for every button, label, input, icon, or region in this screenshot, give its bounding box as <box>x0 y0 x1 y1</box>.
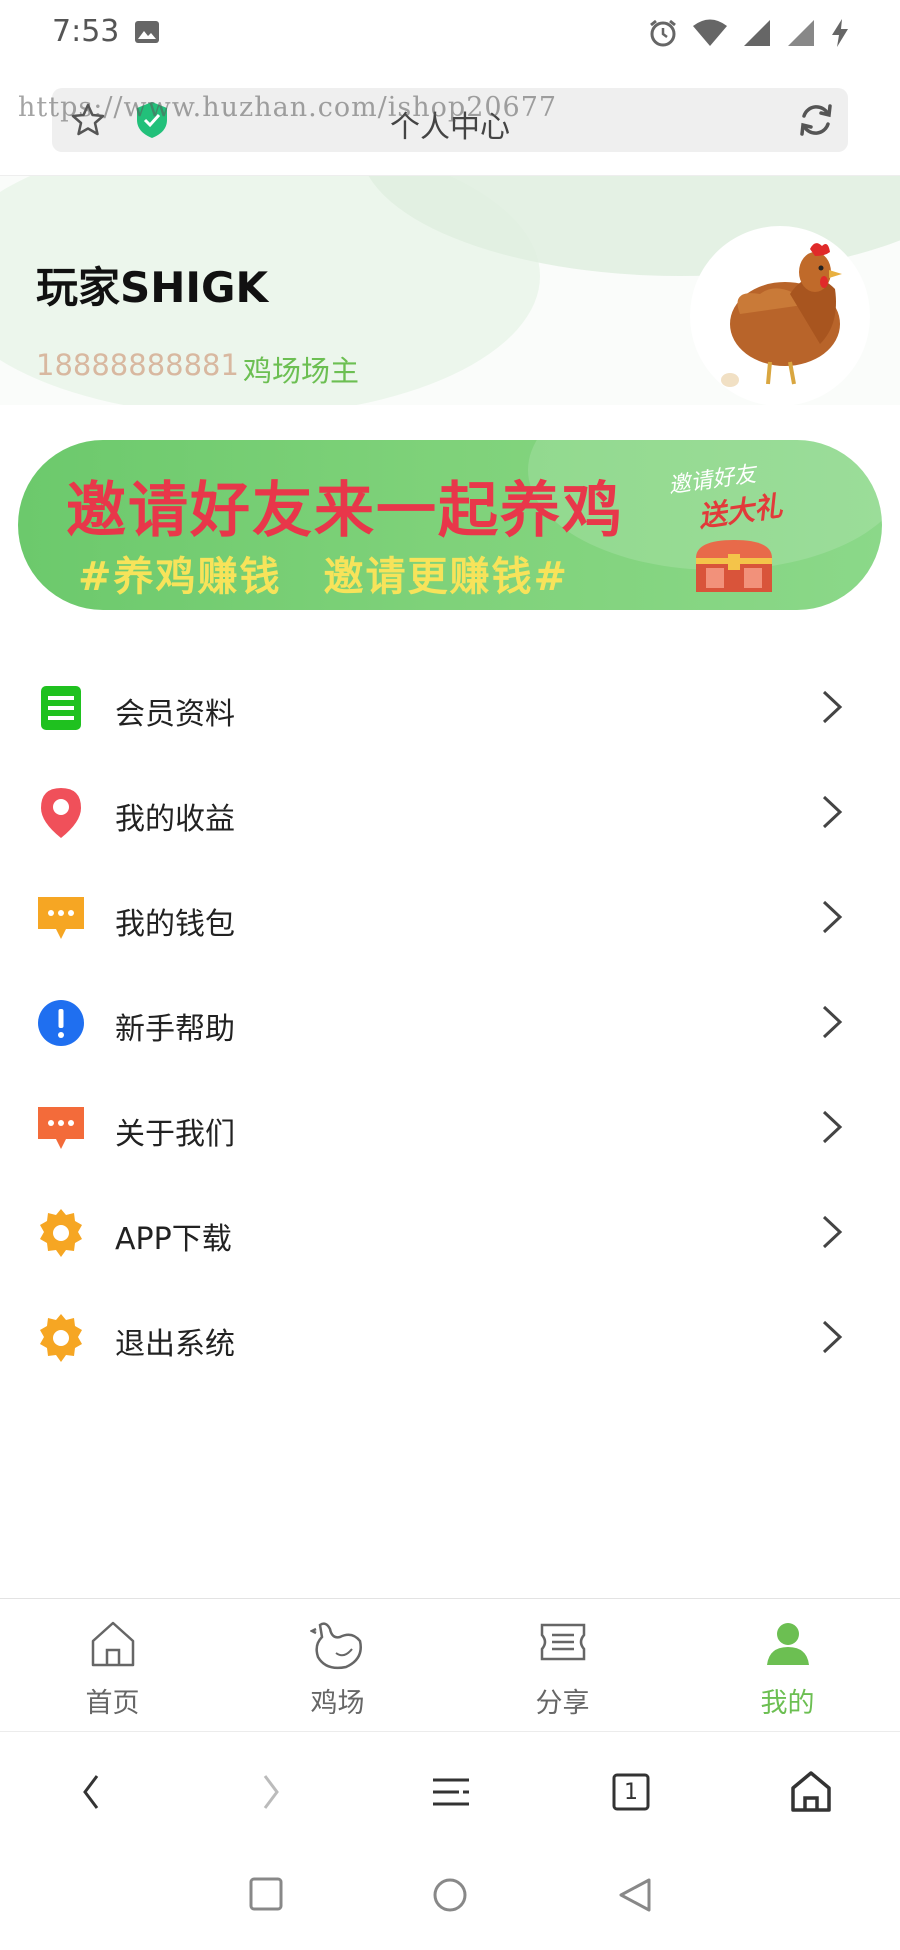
back-button[interactable] <box>66 1767 116 1817</box>
tab-mine[interactable]: 我的 <box>675 1599 900 1731</box>
tabs-button[interactable]: 1 <box>606 1767 656 1817</box>
ticket-icon <box>540 1623 585 1661</box>
chevron-right-icon <box>822 1320 843 1354</box>
menu-item-label: 关于我们 <box>115 1117 235 1152</box>
home-icon <box>91 1621 134 1667</box>
status-time: 7:53 <box>52 14 120 49</box>
home-icon <box>791 1771 831 1812</box>
signal-icon-2 <box>788 20 814 46</box>
menu-item-about-us[interactable]: 关于我们 <box>0 1075 900 1180</box>
charging-icon <box>832 19 848 47</box>
refresh-icon[interactable] <box>796 100 836 140</box>
system-navigation-bar <box>0 1846 900 1950</box>
chevron-left-icon <box>83 1775 99 1809</box>
recents-button[interactable] <box>248 1876 284 1912</box>
menu-item-member-info[interactable]: 会员资料 <box>0 655 900 760</box>
status-bar: 7:53 <box>0 0 900 68</box>
profile-header: 玩家SHIGK 18888888881 鸡场场主 <box>0 175 900 405</box>
user-phone: 18888888881 <box>36 348 239 382</box>
menu-item-label: 退出系统 <box>115 1327 235 1362</box>
menu-button[interactable] <box>426 1767 476 1817</box>
hen-avatar <box>721 243 842 387</box>
chevron-right-icon <box>822 900 843 934</box>
user-name: 玩家SHIGK <box>36 263 269 312</box>
alarm-icon <box>650 19 676 47</box>
home-nav-button[interactable] <box>431 1876 469 1914</box>
chat-bubble-icon <box>38 1107 84 1149</box>
back-nav-button[interactable] <box>617 1876 653 1914</box>
menu-item-label: 新手帮助 <box>115 1012 235 1047</box>
menu-item-my-wallet[interactable]: 我的钱包 <box>0 865 900 970</box>
tab-farm[interactable]: 鸡场 <box>225 1599 450 1731</box>
gear-icon <box>40 1314 82 1362</box>
image-notification-icon <box>135 21 159 43</box>
menu-item-label: APP下载 <box>115 1222 232 1257</box>
chevron-right-icon <box>822 795 843 829</box>
wifi-icon <box>693 19 727 46</box>
chicken-icon <box>309 1622 362 1670</box>
menu-item-label: 我的钱包 <box>115 907 235 942</box>
menu-item-label: 我的收益 <box>115 802 235 837</box>
menu-item-my-earnings[interactable]: 我的收益 <box>0 760 900 865</box>
list-icon <box>41 686 81 730</box>
person-icon <box>766 1623 809 1665</box>
tab-label: 分享 <box>535 1688 590 1719</box>
chevron-right-icon <box>822 1110 843 1144</box>
tab-share[interactable]: 分享 <box>450 1599 675 1731</box>
forward-button[interactable] <box>246 1767 296 1817</box>
location-pin-icon <box>41 788 81 838</box>
chevron-right-icon <box>263 1775 279 1809</box>
menu-item-app-download[interactable]: APP下载 <box>0 1180 900 1285</box>
user-role: 鸡场场主 <box>243 354 360 388</box>
chevron-right-icon <box>822 1215 843 1249</box>
invite-banner[interactable]: 邀请好友来一起养鸡 #养鸡赚钱 邀请更赚钱# 邀请好友 送大礼 <box>18 440 882 610</box>
banner-subtitle: #养鸡赚钱 邀请更赚钱# <box>78 554 570 600</box>
tab-label: 我的 <box>760 1688 815 1719</box>
menu-item-newbie-help[interactable]: 新手帮助 <box>0 970 900 1075</box>
menu-item-label: 会员资料 <box>115 697 235 732</box>
banner-title: 邀请好友来一起养鸡 <box>66 476 624 546</box>
browser-home-button[interactable] <box>786 1767 836 1817</box>
tab-label: 鸡场 <box>310 1688 365 1719</box>
chevron-right-icon <box>822 1005 843 1039</box>
menu-icon <box>433 1778 469 1806</box>
chevron-right-icon <box>822 690 843 724</box>
signal-icon <box>744 20 770 46</box>
menu-list: 会员资料 我的收益 我的钱包 新手帮助 关于我们 APP下载 退出系统 <box>0 655 900 1390</box>
tab-home[interactable]: 首页 <box>0 1599 225 1731</box>
bottom-tab-bar: 首页 鸡场 分享 我的 <box>0 1598 900 1731</box>
status-icons <box>648 16 850 50</box>
tab-label: 首页 <box>85 1688 140 1719</box>
gear-icon <box>40 1209 82 1257</box>
tab-count: 1 <box>624 1779 638 1805</box>
treasure-chest-icon <box>696 540 772 592</box>
address-bar[interactable]: 个人中心 <box>52 88 848 152</box>
browser-toolbar: 1 <box>0 1731 900 1846</box>
info-icon <box>38 1000 84 1046</box>
page-title: 个人中心 <box>390 110 510 145</box>
chat-bubble-icon <box>38 897 84 939</box>
menu-item-logout[interactable]: 退出系统 <box>0 1285 900 1390</box>
